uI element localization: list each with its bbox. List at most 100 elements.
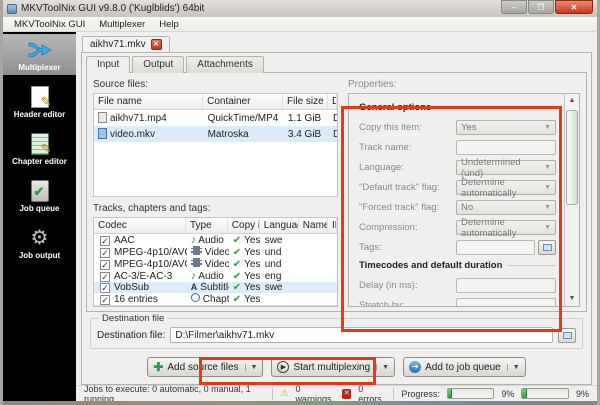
col-copy-item[interactable]: Copy item <box>228 218 260 233</box>
field-label: Delay (in ms): <box>359 280 418 291</box>
track-checkbox[interactable]: ✓ <box>100 294 110 305</box>
minimize-button[interactable]: – <box>501 0 527 14</box>
source-file-row[interactable]: aikhv71.mp4 QuickTime/MP4 1.1 GiB D:\Fil… <box>94 110 337 126</box>
compression-select[interactable]: Determine automatically ▼ <box>456 217 556 239</box>
language-select[interactable]: Undetermined (und) ▼ <box>456 157 556 179</box>
tab-attachments[interactable]: Attachments <box>186 56 264 73</box>
file-sheet-icon <box>562 331 572 339</box>
document-tab[interactable]: aikhv71.mkv ✕ <box>82 36 170 52</box>
track-row[interactable]: ✓ MPEG-4p10/AVC/h.264 Video ✔Yes und <box>94 246 337 258</box>
sidebar-item-header-editor[interactable]: ✎ Header editor <box>3 81 76 122</box>
sidebar-item-multiplexer[interactable]: Multiplexer <box>3 34 76 75</box>
col-type[interactable]: Type <box>186 218 228 233</box>
menu-multiplexer[interactable]: Multiplexer <box>92 18 152 31</box>
chevron-down-icon: ▼ <box>544 204 551 211</box>
track-row[interactable]: ✓ AC-3/E-AC-3 ♪ Audio ✔ Yes eng <box>94 270 337 282</box>
chevron-down-icon: ▼ <box>544 124 551 131</box>
col-file-name[interactable]: File name <box>94 94 204 109</box>
title-bar: MKVToolNix GUI v9.8.0 ('Kuglblids') 64bi… <box>3 0 597 17</box>
check-icon: ✔ <box>232 282 242 293</box>
tags-input[interactable] <box>456 240 535 255</box>
copy-item: Yes <box>244 293 261 305</box>
file-name: video.mkv <box>110 129 156 140</box>
col-file-size[interactable]: File size <box>283 94 328 109</box>
track-row[interactable]: ✓ MPEG-4p10/AVC/h.264 Video ✔Yes und <box>94 258 337 270</box>
language: eng <box>264 270 282 282</box>
add-source-files-button[interactable]: ✚ Add source files ▼ <box>147 357 264 377</box>
source-files-label: Source files: <box>93 79 149 90</box>
tab-input[interactable]: Input <box>86 56 131 73</box>
scrollbar-thumb[interactable] <box>566 110 578 205</box>
copy-item: Yes <box>244 234 261 246</box>
check-icon: ✔ <box>232 246 242 258</box>
codec: MPEG-4p10/AVC/h.264 <box>114 246 187 258</box>
track-row[interactable]: ✓ AAC ♪ Audio ✔ Yes swe <box>94 234 337 246</box>
browse-button[interactable] <box>538 240 556 255</box>
source-files-table: File name Container File size Directory … <box>93 93 338 197</box>
track-name-input[interactable] <box>456 140 556 155</box>
col-codec[interactable]: Codec <box>94 218 186 233</box>
chevron-down-icon[interactable]: ▼ <box>376 363 389 371</box>
scroll-down-icon[interactable]: ▼ <box>565 292 579 306</box>
button-label: Start multiplexing <box>293 361 371 373</box>
maximize-button[interactable]: ❐ <box>528 0 554 14</box>
type: Audio <box>198 271 224 282</box>
chevron-down-icon[interactable]: ▼ <box>244 363 257 371</box>
stretch-by-input[interactable] <box>456 298 556 306</box>
chevron-down-icon[interactable]: ▼ <box>506 363 520 371</box>
copy-item: Yes <box>244 270 261 282</box>
tracks-label: Tracks, chapters and tags: <box>93 203 211 214</box>
tab-close-icon[interactable]: ✕ <box>150 39 162 50</box>
start-multiplexing-button[interactable]: ▶ Start multiplexing ▼ <box>271 357 396 377</box>
default-track-flag-select[interactable]: Determine automatically ▼ <box>456 177 556 199</box>
progress-percent-current: 9% <box>501 388 515 399</box>
field-label: Tags: <box>359 242 382 253</box>
document-tab-label: aikhv71.mkv <box>90 39 146 50</box>
add-to-job-queue-button[interactable]: ➔ Add to job queue ▼ <box>403 357 526 377</box>
track-checkbox[interactable]: ✓ <box>100 259 110 270</box>
check-icon: ✔ <box>232 293 242 305</box>
chapters-clock-icon <box>190 293 200 302</box>
file-icon <box>98 128 107 139</box>
track-checkbox[interactable]: ✓ <box>100 283 110 293</box>
track-checkbox[interactable]: ✓ <box>100 271 110 282</box>
tool-sidebar: Multiplexer ✎ Header editor ✎ Chapter ed… <box>3 32 76 401</box>
status-bar: Jobs to execute: 0 automatic, 0 manual, … <box>76 384 597 404</box>
tab-output[interactable]: Output <box>132 56 185 73</box>
field-label: "Forced track" flag: <box>359 202 440 213</box>
track-row[interactable]: ✓ VobSub ASubtitles ✔Yes swe <box>94 282 337 293</box>
sidebar-item-job-output[interactable]: ⚙ Job output <box>3 222 76 263</box>
destination-browse-button[interactable] <box>558 327 576 343</box>
track-checkbox[interactable]: ✓ <box>100 235 110 246</box>
col-name[interactable]: Name <box>299 218 328 233</box>
file-icon <box>98 112 107 123</box>
progress-percent-total: 9% <box>575 388 589 399</box>
copy-this-item-select[interactable]: Yes ▼ <box>456 120 556 135</box>
close-button[interactable]: ✕ <box>555 0 593 14</box>
file-name: aikhv71.mp4 <box>110 113 167 124</box>
track-row[interactable]: ✓ 16 entries Chapters ✔Yes <box>94 293 337 305</box>
col-id[interactable]: ID <box>328 218 337 233</box>
col-directory[interactable]: Directory <box>328 94 337 109</box>
forced-track-flag-select[interactable]: No ▼ <box>456 200 556 215</box>
language: swe <box>264 282 283 293</box>
progress-bar-total <box>521 388 569 399</box>
copy-item: Yes <box>244 258 261 270</box>
sidebar-item-job-queue[interactable]: ✔ Job queue <box>3 175 76 216</box>
menu-help[interactable]: Help <box>152 18 186 31</box>
scroll-up-icon[interactable]: ▲ <box>565 94 579 108</box>
group-general-options: General options <box>359 102 556 113</box>
check-icon: ✔ <box>232 258 242 270</box>
menu-mkvtoolnix-gui[interactable]: MKVToolNix GUI <box>7 18 92 31</box>
source-file-row[interactable]: video.mkv Matroska 3.4 GiB D:\Filmer <box>94 126 337 142</box>
vertical-scrollbar[interactable]: ▲ ▼ <box>564 94 579 306</box>
multiplexer-page: Input Output Attachments Source files: F… <box>81 52 592 385</box>
horizontal-scrollbar[interactable] <box>94 305 337 306</box>
delay-input[interactable] <box>456 278 556 293</box>
sidebar-item-chapter-editor[interactable]: ✎ Chapter editor <box>3 128 76 169</box>
col-container[interactable]: Container <box>203 94 284 109</box>
col-language[interactable]: Language <box>260 218 299 233</box>
destination-file-input[interactable]: D:\Filmer\aikhv71.mkv <box>170 327 553 343</box>
track-checkbox[interactable]: ✓ <box>100 247 110 258</box>
copy-item: Yes <box>244 246 261 258</box>
